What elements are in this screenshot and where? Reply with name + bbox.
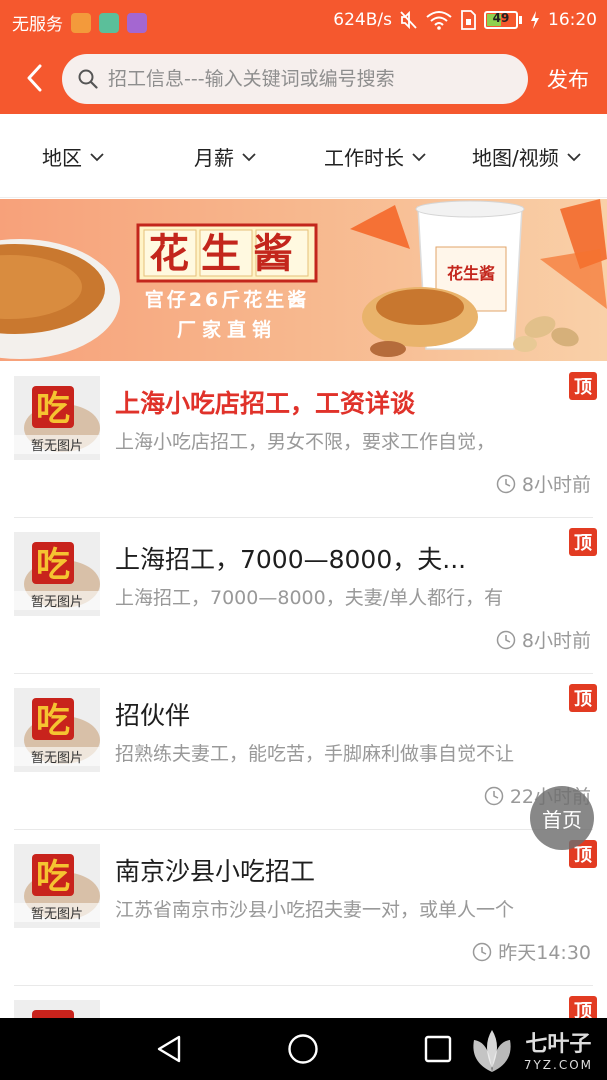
watermark-site: 7YZ.COM <box>523 1058 593 1072</box>
filter-bar: 地区 月薪 工作时长 地图/视频 <box>0 114 607 198</box>
app-icon-purple <box>127 12 147 33</box>
app-header: 发布 <box>0 42 607 114</box>
placeholder-thumbnail: 吃 暂无图片 <box>14 688 100 772</box>
filter-map-video[interactable]: 地图/视频 <box>472 142 581 171</box>
app-icon-orange <box>71 12 91 33</box>
banner-subline-1: 官仔26斤花生酱 <box>145 288 309 311</box>
filter-work-hours[interactable]: 工作时长 <box>324 142 426 171</box>
status-left: 无服务 <box>12 10 147 35</box>
item-title: 上海招工，7000—8000，夫... <box>115 545 467 574</box>
list-item-partial[interactable]: 顶 <box>0 986 607 1018</box>
item-description: 江苏省南京市沙县小吃招夫妻一对，或单人一个 <box>115 899 515 921</box>
battery-icon: 49 <box>484 11 522 29</box>
placeholder-thumbnail: 吃 暂无图片 <box>14 376 100 460</box>
placeholder-thumbnail: 吃 暂无图片 <box>14 844 100 928</box>
pinned-badge: 顶 <box>569 372 597 400</box>
svg-text:吃: 吃 <box>36 545 70 585</box>
nav-back-icon[interactable] <box>156 1034 182 1064</box>
clock-icon <box>472 942 492 961</box>
nav-recents-icon[interactable] <box>424 1035 452 1063</box>
item-time-text: 昨天14:30 <box>498 942 591 964</box>
system-nav-bar: 七叶子 7YZ.COM <box>0 1018 607 1080</box>
filter-label: 地区 <box>42 146 82 170</box>
pinned-badge: 顶 <box>569 684 597 712</box>
item-time-text: 8小时前 <box>521 474 591 496</box>
item-title: 上海小吃店招工，工资详谈 <box>115 389 416 418</box>
list-item[interactable]: 吃 暂无图片 南京沙县小吃招工 江苏省南京市沙县小吃招夫妻一对，或单人一个 昨天… <box>0 830 607 986</box>
chevron-down-icon <box>90 152 104 161</box>
pinned-badge: 顶 <box>569 996 597 1018</box>
banner-headline: 花生酱 <box>149 231 305 277</box>
svg-text:吃: 吃 <box>36 857 70 897</box>
app-icon-teal <box>99 12 119 33</box>
chevron-down-icon <box>412 152 426 161</box>
filter-salary[interactable]: 月薪 <box>194 142 256 171</box>
filter-region[interactable]: 地区 <box>42 142 104 171</box>
item-time: 昨天14:30 <box>472 938 591 965</box>
svg-text:吃: 吃 <box>36 389 70 429</box>
no-image-text: 暂无图片 <box>14 435 100 454</box>
item-time-text: 8小时前 <box>521 630 591 652</box>
back-button[interactable] <box>14 60 54 96</box>
food-placeholder-icon <box>32 1010 74 1018</box>
placeholder-thumbnail <box>14 1000 100 1018</box>
wifi-icon <box>426 11 452 30</box>
watermark: 七叶子 7YZ.COM <box>473 1026 593 1072</box>
watermark-brand: 七叶子 <box>525 1032 592 1057</box>
list-item[interactable]: 吃 暂无图片 上海小吃店招工，工资详谈 上海小吃店招工，男女不限，要求工作自觉，… <box>0 362 607 518</box>
list-item[interactable]: 吃 暂无图片 招伙伴 招熟练夫妻工，能吃苦，手脚麻利做事自觉不让 22小时前 顶 <box>0 674 607 830</box>
item-title: 招伙伴 <box>115 701 191 730</box>
list-item[interactable]: 吃 暂无图片 上海招工，7000—8000，夫... 上海招工，7000—800… <box>0 518 607 674</box>
item-description: 上海小吃店招工，男女不限，要求工作自觉， <box>115 431 496 453</box>
banner-product-label: 花生酱 <box>447 264 495 283</box>
placeholder-thumbnail: 吃 暂无图片 <box>14 532 100 616</box>
sim-icon <box>461 10 476 30</box>
banner-ad[interactable]: 花生酱 官仔26斤花生酱 厂家直销 花生酱 <box>0 199 607 361</box>
item-title: 南京沙县小吃招工 <box>115 857 316 886</box>
clock-icon <box>484 786 504 805</box>
status-right: 624B/s 49 16:20 <box>333 10 597 30</box>
filter-label: 工作时长 <box>324 146 404 170</box>
nav-home-icon[interactable] <box>287 1033 319 1065</box>
back-arrow-icon <box>27 64 42 92</box>
battery-level-text: 49 <box>492 11 510 25</box>
carrier-text: 无服务 <box>12 15 63 35</box>
chevron-down-icon <box>242 152 256 161</box>
no-image-text: 暂无图片 <box>14 903 100 922</box>
pinned-badge: 顶 <box>569 528 597 556</box>
net-speed: 624B/s <box>333 10 392 30</box>
filter-label: 地图/视频 <box>472 146 559 170</box>
clock: 16:20 <box>548 10 597 30</box>
search-icon <box>78 69 98 89</box>
clock-icon <box>496 474 516 493</box>
svg-text:吃: 吃 <box>36 701 70 741</box>
banner-artwork: 花生酱 官仔26斤花生酱 厂家直销 花生酱 <box>0 199 607 359</box>
no-image-text: 暂无图片 <box>14 747 100 766</box>
banner-subline-2: 厂家直销 <box>177 318 277 341</box>
clock-icon <box>496 630 516 649</box>
no-image-text: 暂无图片 <box>14 591 100 610</box>
item-time: 8小时前 <box>496 626 591 653</box>
search-box[interactable] <box>62 54 528 104</box>
mute-icon <box>400 10 417 30</box>
charging-icon <box>531 11 539 29</box>
item-time: 8小时前 <box>496 470 591 497</box>
home-float-button[interactable]: 首页 <box>530 786 594 850</box>
publish-button[interactable]: 发布 <box>547 64 589 94</box>
search-input[interactable] <box>108 68 508 90</box>
status-bar: 无服务 624B/s 49 16:20 <box>0 0 607 42</box>
item-description: 招熟练夫妻工，能吃苦，手脚麻利做事自觉不让 <box>115 743 515 765</box>
item-description: 上海招工，7000—8000，夫妻/单人都行，有 <box>115 587 504 609</box>
leaf-logo-icon <box>473 1030 511 1072</box>
filter-label: 月薪 <box>194 146 234 170</box>
chevron-down-icon <box>567 152 581 161</box>
